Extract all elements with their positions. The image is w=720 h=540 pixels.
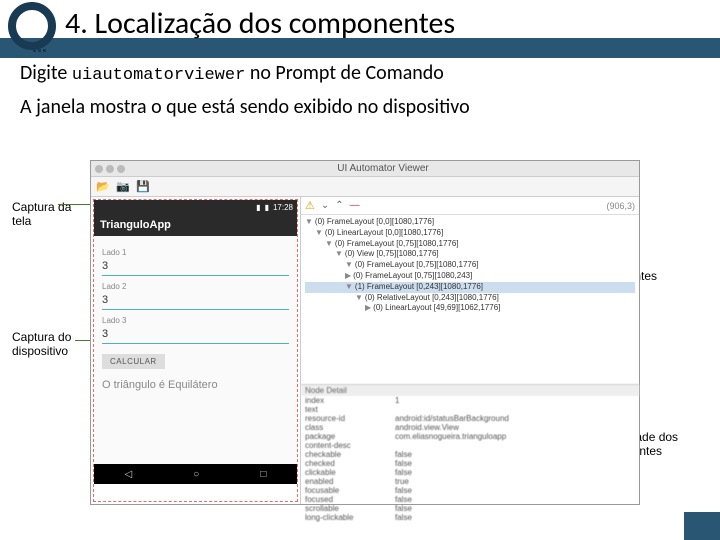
clock-text: 17:28 bbox=[273, 203, 293, 212]
detail-row: focusablefalse bbox=[301, 486, 639, 495]
expand-icon[interactable]: ⌄ bbox=[321, 200, 329, 211]
detail-row: index1 bbox=[301, 396, 639, 405]
detail-row: packagecom.eliasnogueira.trianguloapp bbox=[301, 432, 639, 441]
right-pane: ⚠ ⌄ ⌃ — (906,3) ▼(0) FrameLayout [0,0][1… bbox=[301, 197, 639, 504]
window-title: UI Automator Viewer bbox=[131, 163, 635, 174]
body-text: Digite uiautomatorviewer no Prompt de Co… bbox=[0, 55, 720, 119]
window-toolbar: 📂 📷 💾 bbox=[91, 177, 639, 197]
corner-badge bbox=[684, 512, 720, 540]
detail-row: clickablefalse bbox=[301, 468, 639, 477]
warning-icon: ⚠ bbox=[305, 199, 315, 212]
detail-header: Node Detail bbox=[301, 385, 639, 396]
collapse-icon[interactable]: ⌃ bbox=[335, 200, 343, 211]
device-capture: ▮ ▮ 17:28 TrianguloApp Lado 1 3 Lado 2 3… bbox=[93, 199, 298, 502]
recents-icon[interactable]: □ bbox=[260, 469, 266, 480]
detail-row: text bbox=[301, 405, 639, 414]
home-icon[interactable]: ○ bbox=[193, 469, 199, 480]
tree-node[interactable]: ▼(0) LinearLayout [0,0][1080,1776] bbox=[305, 228, 635, 239]
field-input[interactable]: 3 bbox=[102, 291, 289, 310]
detail-row: long-clickablefalse bbox=[301, 513, 639, 522]
detail-row: resource-idandroid:id/statusBarBackgroun… bbox=[301, 414, 639, 423]
window-body: ▮ ▮ 17:28 TrianguloApp Lado 1 3 Lado 2 3… bbox=[91, 197, 639, 504]
app-content: Lado 1 3 Lado 2 3 Lado 3 3 CALCULAR O tr… bbox=[94, 236, 297, 464]
window-titlebar: UI Automator Viewer bbox=[91, 161, 639, 177]
instruction-line-2: A janela mostra o que está sendo exibido… bbox=[20, 95, 700, 119]
detail-row: scrollablefalse bbox=[301, 504, 639, 513]
text-frag: no Prompt de Comando bbox=[245, 61, 444, 85]
uiav-window: UI Automator Viewer 📂 📷 💾 ▮ ▮ 17:28 Tria… bbox=[90, 160, 640, 505]
open-icon[interactable]: 📂 bbox=[95, 179, 111, 195]
battery-icon: ▮ bbox=[265, 203, 269, 212]
slide-title: 4. Localização dos componentes bbox=[65, 5, 455, 42]
text-frag: Digite bbox=[20, 61, 72, 85]
slide-header: 4. Localização dos componentes bbox=[0, 0, 720, 55]
android-appbar: TrianguloApp bbox=[94, 214, 297, 236]
command-code: uiautomatorviewer bbox=[72, 66, 245, 85]
detail-row: checkedfalse bbox=[301, 459, 639, 468]
component-tree[interactable]: ▼(0) FrameLayout [0,0][1080,1776] ▼(0) L… bbox=[301, 215, 639, 384]
save-icon[interactable]: 💾 bbox=[135, 179, 151, 195]
toggle-naf-icon[interactable]: — bbox=[350, 200, 360, 211]
android-statusbar: ▮ ▮ 17:28 bbox=[94, 200, 297, 214]
detail-row: checkablefalse bbox=[301, 450, 639, 459]
signal-icon: ▮ bbox=[256, 203, 260, 212]
calculate-button[interactable]: CALCULAR bbox=[102, 354, 165, 369]
tree-node[interactable]: ▼(0) RelativeLayout [0,243][1080,1776] bbox=[305, 293, 635, 304]
field-label: Lado 2 bbox=[102, 282, 289, 291]
field-input[interactable]: 3 bbox=[102, 257, 289, 276]
detail-row: classandroid.view.View bbox=[301, 423, 639, 432]
tree-node[interactable]: ▼(0) FrameLayout [0,75][1080,1776] bbox=[305, 239, 635, 250]
device-pane: ▮ ▮ 17:28 TrianguloApp Lado 1 3 Lado 2 3… bbox=[91, 197, 301, 504]
field-label: Lado 1 bbox=[102, 248, 289, 257]
instruction-line-1: Digite uiautomatorviewer no Prompt de Co… bbox=[20, 61, 700, 85]
logo-dots-icon bbox=[32, 38, 54, 50]
field-input[interactable]: 3 bbox=[102, 325, 289, 344]
tree-node[interactable]: ▼(0) FrameLayout [0,75][1080,1776] bbox=[305, 260, 635, 271]
detail-row: enabledtrue bbox=[301, 477, 639, 486]
uiautomator-screenshot: UI Automator Viewer 📂 📷 💾 ▮ ▮ 17:28 Tria… bbox=[90, 160, 640, 520]
tree-node[interactable]: ▼(0) FrameLayout [0,0][1080,1776] bbox=[305, 217, 635, 228]
detail-row: content-desc bbox=[301, 441, 639, 450]
detail-row: focusedfalse bbox=[301, 495, 639, 504]
tree-node[interactable]: ▶(0) FrameLayout [0,75][1080,243] bbox=[305, 271, 635, 282]
tree-node[interactable]: ▼(1) FrameLayout [0,243][1080,1776] bbox=[305, 282, 635, 293]
field-label: Lado 3 bbox=[102, 316, 289, 325]
result-text: O triângulo é Equilátero bbox=[102, 379, 289, 391]
coords-text: (906,3) bbox=[606, 201, 635, 211]
callout-capture-device: Captura do dispositivo bbox=[12, 330, 82, 358]
device-screenshot-icon[interactable]: 📷 bbox=[115, 179, 131, 195]
node-detail-pane: Node Detail index1 text resource-idandro… bbox=[301, 384, 639, 504]
right-toolbar: ⚠ ⌄ ⌃ — (906,3) bbox=[301, 197, 639, 215]
back-icon[interactable]: ◁ bbox=[125, 469, 133, 480]
tree-node[interactable]: ▼(0) View [0,75][1080,1776] bbox=[305, 249, 635, 260]
android-navbar: ◁ ○ □ bbox=[94, 464, 297, 484]
traffic-lights-icon bbox=[95, 165, 125, 173]
tree-node[interactable]: ▶(0) LinearLayout [49,69][1062,1776] bbox=[305, 303, 635, 314]
